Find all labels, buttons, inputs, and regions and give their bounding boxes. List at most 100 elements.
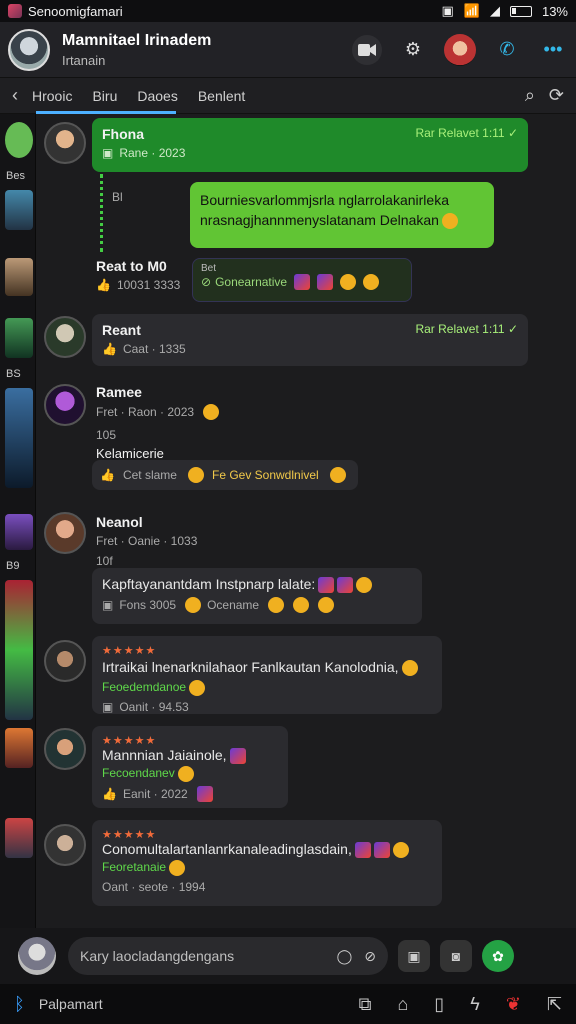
- input-placeholder: Kary laocladangdengans: [80, 948, 235, 964]
- rail-thumb[interactable]: [5, 818, 33, 858]
- thread-line: [100, 174, 103, 252]
- message-input[interactable]: Kary laocladangdengans ◯ ⊘: [68, 937, 388, 975]
- message-meta: Fret · Oanie · 1033: [96, 534, 198, 548]
- message-bubble[interactable]: Kapftayanantdam Instpnarp lalate: ▣ Fons …: [92, 568, 422, 624]
- tab-4[interactable]: Benlent: [198, 88, 245, 104]
- app-icon: [8, 4, 22, 18]
- tab-bar: ‹ Hrooic Biru Daoes Benlent ⌕ ⟳: [0, 78, 576, 114]
- sticker-icon: [337, 577, 354, 594]
- ribbon-icon[interactable]: ❦: [506, 994, 521, 1015]
- search-icon[interactable]: ⌕: [525, 85, 535, 106]
- message-meta: 👍 Eanit · 2022: [102, 785, 278, 802]
- tab-2[interactable]: Biru: [92, 88, 117, 104]
- reaction-bar[interactable]: 👍 Cet slame Fe Gev Sonwdlnivel: [92, 460, 358, 490]
- message-green: Feoedemdanoe: [102, 678, 432, 696]
- chat-subtitle: Irtanain: [62, 52, 106, 68]
- more-button[interactable]: •••: [538, 35, 568, 65]
- avatar[interactable]: [44, 316, 86, 358]
- copy-icon[interactable]: ⧉: [359, 994, 372, 1015]
- avatar[interactable]: [44, 640, 86, 682]
- rating-stars: ★★★★★: [102, 645, 157, 657]
- avatar[interactable]: [44, 512, 86, 554]
- group-avatar[interactable]: [8, 28, 50, 71]
- message-block: Neanol Fret · Oanie · 1033 10f: [96, 514, 197, 568]
- contact-avatar[interactable]: [444, 33, 476, 66]
- rail-label: BS: [6, 368, 21, 380]
- sender-name: Neanol: [96, 514, 143, 530]
- rail-thumb[interactable]: [5, 190, 33, 230]
- send-button[interactable]: ✿: [482, 940, 514, 972]
- message-bubble[interactable]: ★★★★★ Irtraikai lnenarknilahaor Fanlkaut…: [92, 636, 442, 714]
- rating-stars: ★★★★★: [102, 829, 157, 841]
- sticker-icon: [196, 785, 213, 802]
- more-icon: •••: [543, 39, 563, 59]
- emoji-picker-icon[interactable]: ◯: [337, 948, 353, 965]
- sticker-icon: [373, 842, 390, 859]
- avatar[interactable]: [44, 824, 86, 866]
- message-text: Kapftayanantdam Instpnarp lalate:: [102, 576, 412, 594]
- camera-icon: ◙: [451, 948, 461, 964]
- chat-title[interactable]: Mamnitael Irinadem: [62, 32, 211, 50]
- rail-thumb[interactable]: [5, 514, 33, 550]
- message-bubble[interactable]: Fhona ▣ Rane · 2023 Rar Relavet 1:11 ✓: [92, 118, 528, 172]
- file-icon[interactable]: ▯: [434, 994, 444, 1015]
- gear-icon: ⚙: [404, 39, 422, 59]
- emoji-icon: [318, 597, 335, 614]
- left-rail: Bes BS B9: [0, 114, 36, 928]
- gallery-button[interactable]: ▣: [398, 940, 430, 972]
- wifi-icon: 📶: [463, 3, 480, 18]
- check-icon: ⊘: [201, 275, 212, 289]
- tab-3[interactable]: Daoes: [137, 88, 177, 104]
- bubble-sub: Bet: [201, 263, 217, 274]
- message-text: Gonearnative: [215, 275, 288, 289]
- like-icon: 👍: [100, 468, 115, 482]
- image-icon: ▣: [102, 699, 114, 714]
- emoji-icon: [401, 660, 418, 677]
- message-meta: Oant · seote · 1994: [102, 879, 206, 894]
- message-text: Irtraikai lnenarknilahaor Fanlkautan Kan…: [102, 659, 432, 677]
- emoji-icon: [268, 597, 285, 614]
- rail-thumb[interactable]: [5, 728, 33, 768]
- sticker-icon: [318, 577, 335, 594]
- back-icon[interactable]: ‹: [12, 85, 18, 106]
- sticker-icon: [317, 274, 334, 290]
- video-call-button[interactable]: [352, 34, 382, 65]
- refresh-icon[interactable]: ⟳: [549, 85, 564, 106]
- message-bubble[interactable]: ★★★★★ Conomultalartanlanrkanaleadinglasd…: [92, 820, 442, 906]
- sender-name: Ramee: [96, 384, 142, 400]
- rail-thumb[interactable]: [5, 318, 33, 358]
- rail-thumb[interactable]: [5, 122, 33, 158]
- message-bubble[interactable]: Reant 👍 Caat · 1335 Rar Relavet 1:11 ✓: [92, 314, 528, 366]
- message-text: Mannnian Jaiainole,: [102, 747, 278, 765]
- nav-label[interactable]: Palpamart: [39, 996, 103, 1012]
- avatar[interactable]: [44, 728, 86, 770]
- message-bubble[interactable]: Bourniesvarlommjsrla nglarrolakanirleka …: [190, 182, 494, 248]
- rail-thumb[interactable]: [5, 580, 33, 720]
- my-avatar[interactable]: [18, 937, 56, 975]
- message-bubble[interactable]: Bet ⊘ Gonearnative: [192, 258, 412, 302]
- attach-icon[interactable]: ⊘: [364, 948, 376, 965]
- settings-button[interactable]: ⚙: [398, 35, 428, 65]
- emoji-icon: [189, 679, 206, 696]
- emoji-icon: [203, 404, 220, 420]
- rail-thumb[interactable]: [5, 258, 33, 296]
- avatar[interactable]: [44, 384, 86, 426]
- message-bubble[interactable]: ★★★★★ Mannnian Jaiainole, Fecoendanev 👍 E…: [92, 726, 288, 808]
- home-icon[interactable]: ⌂: [398, 994, 409, 1015]
- bottom-nav: ᛒ Palpamart ⧉ ⌂ ▯ ϟ ❦ ⇱: [0, 984, 576, 1024]
- message-meta: ▣ Rane · 2023: [102, 146, 186, 160]
- message-extra: 105: [96, 428, 117, 442]
- message-text: Kelamicerie: [96, 446, 164, 461]
- call-button[interactable]: ✆: [492, 35, 522, 65]
- message-row: Reat to M0 👍 10031 3333: [96, 258, 180, 292]
- tab-1[interactable]: Hrooic: [32, 88, 72, 104]
- message-text: Bourniesvarlommjsrla nglarrolakanirleka …: [200, 192, 449, 228]
- avatar[interactable]: [44, 122, 86, 164]
- bolt-icon[interactable]: ϟ: [470, 994, 480, 1015]
- camera-button[interactable]: ◙: [440, 940, 472, 972]
- brand-icon[interactable]: ᛒ: [14, 994, 25, 1015]
- rail-thumb[interactable]: [5, 388, 33, 488]
- share-icon[interactable]: ⇱: [547, 994, 562, 1015]
- battery-percent: 13%: [541, 3, 568, 19]
- read-status: Rar Relavet 1:11 ✓: [415, 126, 518, 140]
